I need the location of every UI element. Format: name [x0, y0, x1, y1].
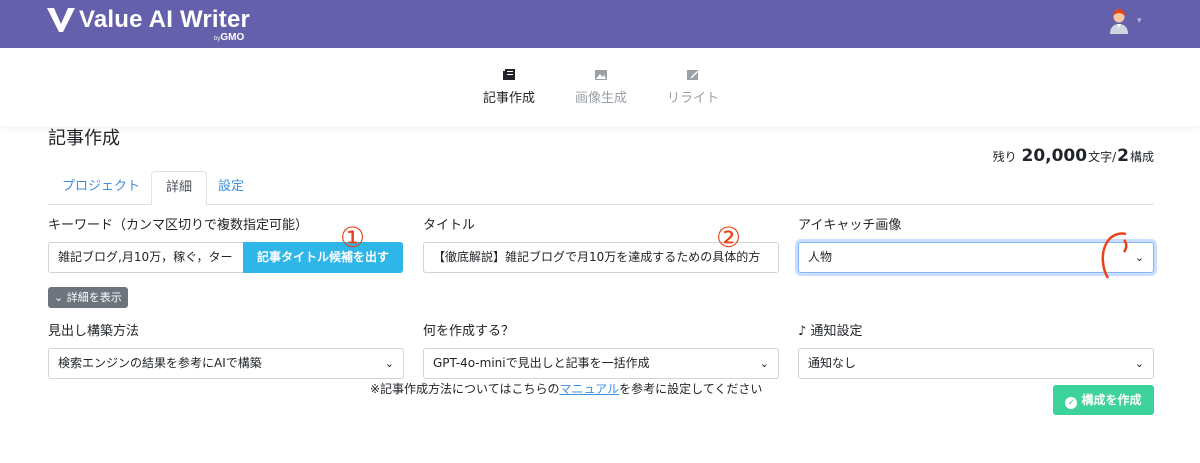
mode-image[interactable]: 画像生成 [561, 68, 641, 107]
keyword-input[interactable]: 雑記ブログ,月10万，稼ぐ，ター [48, 242, 244, 273]
tab-project[interactable]: プロジェクト [48, 171, 154, 205]
book-icon [503, 69, 515, 80]
top-header: Value AI Writer byGMO ▾ [0, 0, 1200, 48]
app-name: Value AI Writer [79, 6, 251, 33]
mode-label: 記事作成 [482, 91, 535, 106]
user-avatar-icon [1110, 9, 1128, 34]
suggest-titles-button[interactable]: 記事タイトル候補を出す [243, 242, 403, 273]
mode-label: 画像生成 [574, 91, 627, 106]
show-details-button[interactable]: ⌄ 詳細を表示 [48, 287, 128, 308]
chevron-down-icon: ⌄ [759, 357, 769, 370]
chevron-down-icon: ⌄ [54, 291, 64, 304]
value-ai-logo-icon [47, 8, 75, 32]
eyecatch-selected-value: 人物 [808, 250, 833, 264]
heading-method-label: 見出し構築方法 [48, 324, 140, 339]
mode-label: リライト [666, 91, 719, 106]
create-structure-button[interactable]: ✓ 構成を作成 [1053, 385, 1154, 415]
heading-method-select[interactable]: 検索エンジンの結果を参考にAIで構築 ⌄ [48, 348, 404, 379]
create-structure-label: 構成を作成 [1081, 393, 1142, 407]
notification-select[interactable]: 通知なし ⌄ [798, 348, 1154, 379]
tab-bar: プロジェクト 詳細 設定 [48, 171, 1154, 205]
remaining-quota: 残り 20,000 文字/ 2 構成 [992, 146, 1154, 166]
chevron-down-icon: ▾ [1137, 16, 1142, 26]
edit-icon [687, 70, 698, 80]
mode-article[interactable]: 記事作成 [469, 68, 549, 107]
keyword-label: キーワード（カンマ区切りで複数指定可能） [48, 218, 309, 233]
user-menu[interactable]: ▾ [1108, 8, 1142, 34]
title-label: タイトル [423, 218, 476, 233]
eyecatch-label: アイキャッチ画像 [798, 218, 902, 233]
show-details-label: 詳細を表示 [66, 291, 122, 304]
what-to-create-select[interactable]: GPT-4o-miniで見出しと記事を一括作成 ⌄ [423, 348, 779, 379]
page-title: 記事作成 [48, 128, 120, 149]
notification-value: 通知なし [808, 356, 857, 370]
annotation-one: ① [340, 221, 366, 254]
mode-navigation: 記事作成 画像生成 リライト [0, 50, 1200, 126]
tab-settings[interactable]: 設定 [204, 171, 258, 205]
notification-label: ♪ 通知設定 [798, 324, 863, 339]
manual-link[interactable]: マニュアル [559, 382, 619, 396]
chevron-down-icon: ⌄ [1134, 357, 1144, 370]
annotation-partial-circle-icon [1101, 232, 1128, 279]
music-note-icon: ♪ [798, 324, 807, 339]
by-gmo-label: byGMO [214, 32, 245, 43]
heading-method-value: 検索エンジンの結果を参考にAIで構築 [58, 356, 262, 370]
what-to-create-label: 何を作成する？ [423, 324, 515, 339]
chevron-down-icon: ⌄ [384, 357, 394, 370]
check-circle-icon: ✓ [1065, 397, 1078, 409]
tab-details[interactable]: 詳細 [151, 171, 208, 205]
annotation-two: ② [716, 221, 742, 254]
image-icon [595, 70, 607, 80]
what-to-create-value: GPT-4o-miniで見出しと記事を一括作成 [433, 356, 650, 370]
manual-note: ※記事作成方法についてはこちらのマニュアルを参考に設定してください [370, 382, 763, 396]
mode-rewrite[interactable]: リライト [653, 68, 733, 107]
